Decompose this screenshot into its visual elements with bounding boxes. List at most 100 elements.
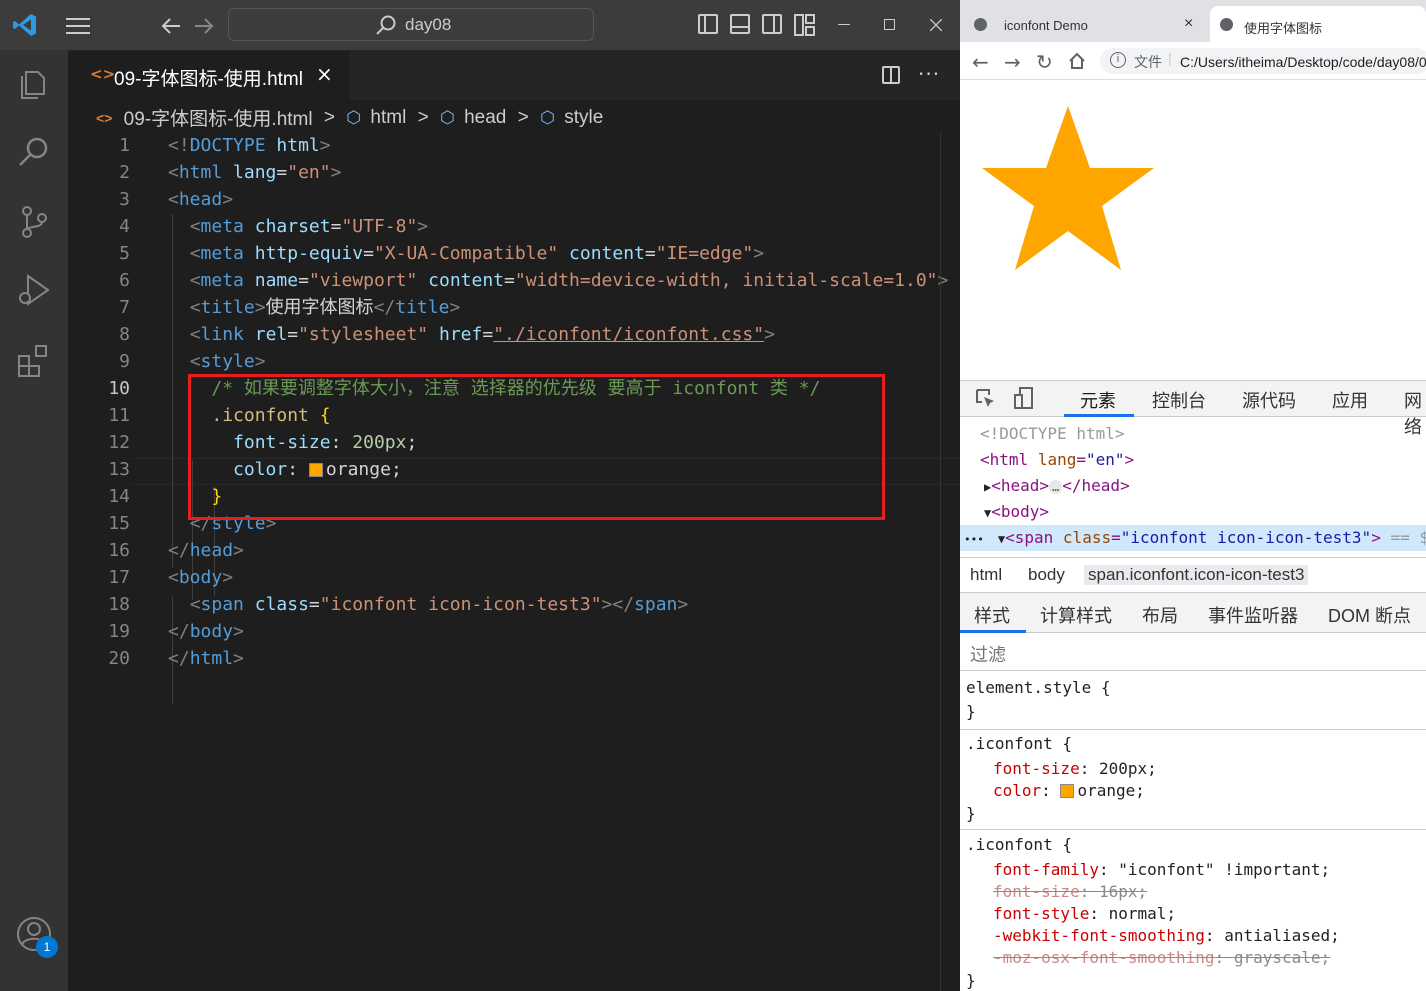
menu-icon[interactable]: [66, 17, 90, 35]
url-field[interactable]: i 文件 | C:/Users/itheima/Desktop/code/day…: [1100, 48, 1426, 74]
toggle-panel-icon[interactable]: [730, 14, 750, 34]
code-token: >: [222, 567, 234, 588]
dom-token: </head>: [1062, 476, 1130, 495]
vscode-logo-icon[interactable]: [12, 12, 38, 38]
line-number: 18: [108, 594, 130, 615]
code-token: http-equiv: [254, 243, 364, 264]
dom-ellipsis[interactable]: …: [1049, 480, 1063, 494]
style-value: normal;: [1108, 904, 1177, 923]
dom-token: "en": [1085, 450, 1125, 469]
subtab-styles[interactable]: 样式: [974, 602, 1010, 628]
browser-tab-active[interactable]: 使用字体图标: [1210, 6, 1426, 42]
breadcrumb-html[interactable]: html: [370, 107, 406, 129]
split-editor-icon[interactable]: [882, 66, 900, 84]
devtools-tab-console[interactable]: 控制台: [1152, 387, 1206, 413]
search-icon[interactable]: [14, 132, 54, 172]
style-property: font-family: [993, 860, 1099, 879]
dom-doctype[interactable]: <!DOCTYPE html>: [980, 421, 1125, 447]
code-editor[interactable]: 1 <!DOCTYPE html> 2 <html lang="en"> 3 <hea…: [68, 132, 960, 732]
devtools-tab-elements[interactable]: 元素: [1080, 387, 1116, 413]
inspect-element-icon[interactable]: [974, 387, 996, 409]
code-line: 5 <meta http-equiv="X-UA-Compatible" con…: [68, 240, 960, 267]
code-token[interactable]: "./iconfont/iconfont.css": [493, 324, 764, 345]
maximize-icon[interactable]: [884, 19, 895, 30]
color-swatch[interactable]: [1060, 784, 1075, 798]
line-number: 17: [108, 567, 130, 588]
crumb-body[interactable]: body: [1028, 565, 1065, 585]
subtab-layout[interactable]: 布局: [1142, 602, 1178, 628]
style-value: 200px;: [1098, 759, 1157, 778]
breadcrumb: <> 09-字体图标-使用.html > ⬡ html > ⬡ head > ⬡…: [96, 104, 603, 131]
run-debug-icon[interactable]: [14, 270, 54, 310]
subtab-computed[interactable]: 计算样式: [1040, 602, 1112, 628]
style-declaration[interactable]: font-size: 200px;: [993, 758, 1157, 780]
dom-head-node[interactable]: ▶<head>… </head>: [984, 473, 1130, 499]
breadcrumb-separator: >: [323, 106, 335, 128]
url-divider: |: [1168, 50, 1172, 66]
rule-selector[interactable]: element.style {: [966, 677, 1111, 699]
minimap[interactable]: [940, 132, 960, 991]
breadcrumb-head[interactable]: head: [464, 107, 506, 129]
dom-token: class: [1062, 528, 1112, 547]
reload-icon[interactable]: ↻: [1036, 50, 1053, 74]
device-toolbar-icon[interactable]: [1012, 386, 1036, 410]
code-token: =: [330, 216, 342, 237]
home-icon[interactable]: [1068, 52, 1086, 70]
style-declaration[interactable]: -webkit-font-smoothing: antialiased;: [993, 925, 1340, 947]
forward-icon[interactable]: →: [1004, 50, 1021, 74]
code-token: class: [254, 594, 309, 615]
code-token: >: [319, 135, 331, 156]
dom-body-node[interactable]: ▼<body>: [984, 499, 1049, 525]
code-token: body: [178, 567, 223, 588]
style-value: 16px;: [1098, 882, 1148, 901]
subtab-dom-breakpoints[interactable]: DOM 断点: [1328, 602, 1411, 628]
rule-selector[interactable]: .iconfont {: [966, 834, 1072, 856]
line-number: 3: [119, 189, 130, 210]
rule-selector[interactable]: .iconfont {: [966, 733, 1072, 755]
crumb-span[interactable]: span.iconfont.icon-icon-test3: [1084, 565, 1309, 585]
close-tab-icon[interactable]: ×: [1184, 15, 1193, 33]
toggle-primary-sidebar-icon[interactable]: [698, 14, 718, 34]
code-token: "X-UA-Compatible": [373, 243, 559, 264]
devtools-tab-sources[interactable]: 源代码: [1242, 387, 1296, 413]
style-declaration[interactable]: font-family: "iconfont" !important;: [993, 859, 1330, 881]
devtools-tab-bar: 元素 控制台 源代码 应用 网络: [960, 381, 1426, 437]
breadcrumb-style[interactable]: style: [564, 107, 603, 129]
toggle-secondary-sidebar-icon[interactable]: [762, 14, 782, 34]
forward-arrow-icon[interactable]: [193, 16, 215, 36]
code-token: html: [178, 162, 223, 183]
source-control-icon[interactable]: [14, 202, 54, 242]
line-number: 14: [108, 486, 130, 507]
breadcrumb-file[interactable]: 09-字体图标-使用.html: [124, 104, 313, 131]
browser-tab-iconfont-demo[interactable]: iconfont Demo ×: [960, 6, 1202, 42]
code-token: <: [189, 324, 201, 345]
info-icon[interactable]: i: [1110, 52, 1126, 68]
style-declaration[interactable]: color: orange;: [993, 780, 1145, 802]
style-declaration-overridden[interactable]: font-size: 16px;: [993, 881, 1147, 903]
dom-span-node[interactable]: ••• ▼<span class="iconfont icon-icon-test…: [964, 525, 1426, 551]
explorer-icon[interactable]: [14, 64, 54, 104]
dom-html-node[interactable]: <html lang="en">: [980, 447, 1134, 473]
back-arrow-icon[interactable]: [160, 16, 182, 36]
subtab-event-listeners[interactable]: 事件监听器: [1208, 602, 1298, 628]
crumb-html[interactable]: html: [970, 565, 1002, 585]
more-actions-icon[interactable]: ···: [918, 62, 940, 86]
extensions-icon[interactable]: [14, 340, 54, 380]
editor-tab-active[interactable]: <> 09-字体图标-使用.html ×: [68, 50, 350, 100]
styles-filter-input[interactable]: 过滤: [960, 633, 1426, 671]
close-window-icon[interactable]: [930, 19, 942, 31]
style-declaration[interactable]: font-style: normal;: [993, 903, 1176, 925]
devtools-tab-application[interactable]: 应用: [1332, 387, 1368, 413]
dom-tree[interactable]: <!DOCTYPE html> <html lang="en"> ▶<head>…: [960, 421, 1426, 557]
customize-layout-icon[interactable]: [794, 14, 816, 36]
activity-bar: 1: [0, 50, 68, 991]
dom-dots[interactable]: •••: [964, 533, 984, 546]
code-line: 19 </body>: [68, 618, 960, 645]
code-token: "en": [287, 162, 331, 183]
style-declaration-overridden[interactable]: -moz-osx-font-smoothing: grayscale;: [993, 947, 1330, 969]
command-center[interactable]: day08: [228, 8, 594, 41]
back-icon[interactable]: ←: [972, 50, 989, 74]
styles-pane[interactable]: element.style { } .iconfont { font-size:…: [960, 671, 1426, 991]
minimize-icon[interactable]: [838, 24, 850, 25]
close-tab-icon[interactable]: ×: [316, 62, 333, 86]
